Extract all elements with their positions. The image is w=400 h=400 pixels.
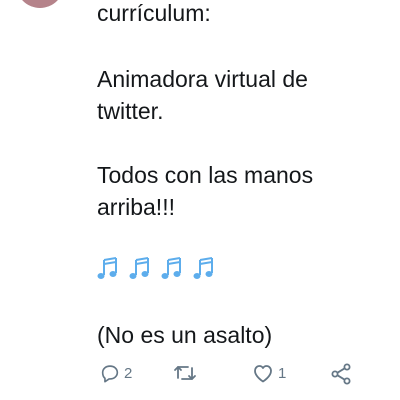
reply-count: 2 xyxy=(124,364,133,382)
music-notes-icon xyxy=(161,257,181,279)
tweet-text-line: arriba!!! xyxy=(97,194,175,220)
music-notes-icon xyxy=(97,257,117,279)
music-notes-icon xyxy=(193,257,213,279)
heart-icon xyxy=(254,365,272,383)
retweet-icon xyxy=(174,366,196,380)
retweet-button[interactable] xyxy=(173,362,200,384)
tweet-text-line: Animadora virtual de xyxy=(97,66,308,92)
like-count: 1 xyxy=(278,364,287,382)
music-notes-icon xyxy=(129,257,149,279)
tweet-actions: 2 1 xyxy=(97,362,357,390)
tweet-text-line: (No es un asalto) xyxy=(97,322,273,348)
share-icon xyxy=(331,363,351,385)
reply-icon xyxy=(101,365,119,383)
like-button[interactable]: 1 xyxy=(251,362,286,384)
tweet-text-line: currículum: xyxy=(97,0,211,26)
tweet-text-line: Todos con las manos xyxy=(97,162,314,188)
share-button[interactable] xyxy=(329,362,353,386)
reply-button[interactable]: 2 xyxy=(99,362,132,384)
music-emoji-row xyxy=(97,256,221,282)
avatar[interactable] xyxy=(16,0,64,8)
tweet-text-line: twitter. xyxy=(97,98,164,124)
